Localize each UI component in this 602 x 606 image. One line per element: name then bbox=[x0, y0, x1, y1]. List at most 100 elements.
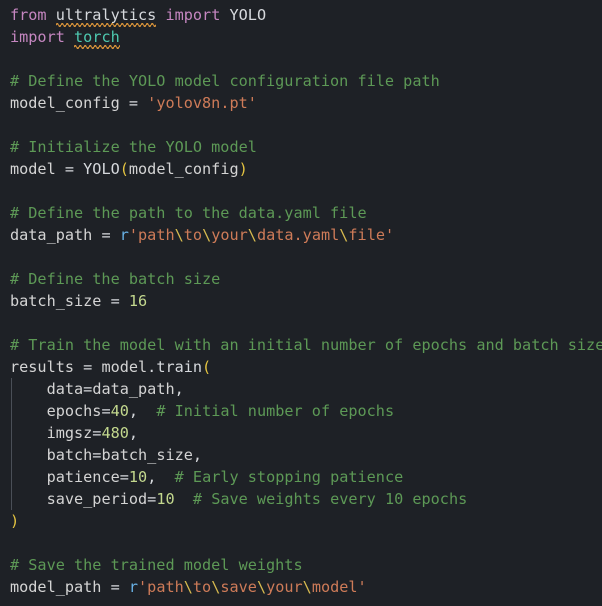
code-line[interactable] bbox=[0, 532, 602, 554]
code-line[interactable]: imgsz=480, bbox=[0, 422, 602, 444]
code-token-variable: data_path bbox=[92, 380, 175, 398]
code-token-plain: YOLO bbox=[83, 160, 120, 178]
code-token-plain: = bbox=[83, 380, 93, 398]
code-token-number: 10 bbox=[128, 468, 148, 486]
code-line[interactable]: patience=10, # Early stopping patience bbox=[0, 466, 602, 488]
code-line[interactable] bbox=[0, 246, 602, 268]
code-token-comment: # Save the trained model weights bbox=[10, 556, 303, 574]
code-token-plain: , bbox=[128, 402, 139, 420]
warning-squiggle-underline: torch bbox=[74, 26, 120, 49]
code-token-string: 'path bbox=[138, 578, 184, 596]
code-line[interactable]: save_period=10 # Save weights every 10 e… bbox=[0, 488, 602, 510]
code-line[interactable]: # Save the trained model weights bbox=[0, 554, 602, 576]
code-token-plain: train bbox=[156, 358, 203, 376]
code-line[interactable]: # Define the path to the data.yaml file bbox=[0, 202, 602, 224]
code-token-comment: # Define the path to the data.yaml file bbox=[10, 204, 367, 222]
code-token-parameter: patience bbox=[46, 468, 120, 486]
code-token-prefix: r bbox=[128, 578, 139, 596]
code-token-plain: = bbox=[92, 226, 120, 244]
code-line[interactable]: import torch bbox=[0, 26, 602, 49]
code-token-comment: # Initial number of epochs bbox=[156, 402, 395, 420]
code-line[interactable]: data=data_path, bbox=[0, 378, 602, 400]
code-token-number: 10 bbox=[156, 490, 175, 508]
code-token-plain: ultralytics bbox=[55, 6, 157, 24]
code-line[interactable] bbox=[0, 48, 602, 70]
code-line[interactable]: batch_size = 16 bbox=[0, 290, 602, 312]
code-token-variable: results bbox=[10, 358, 75, 376]
code-token-plain: = bbox=[55, 160, 84, 178]
warning-squiggle-underline: ultralytics bbox=[55, 4, 157, 27]
code-token-prefix: r bbox=[119, 226, 129, 244]
code-line[interactable] bbox=[0, 114, 602, 136]
code-line[interactable] bbox=[0, 312, 602, 334]
code-token-plain: , bbox=[128, 424, 139, 442]
code-line[interactable]: model = YOLO(model_config) bbox=[0, 158, 602, 180]
code-token-parameter: epochs bbox=[46, 402, 102, 420]
code-editor[interactable]: from ultralytics import YOLO import torch… bbox=[0, 0, 602, 606]
code-line[interactable]: # Define the batch size bbox=[0, 268, 602, 290]
code-token-string: model' bbox=[311, 578, 367, 596]
code-line[interactable] bbox=[0, 180, 602, 202]
code-token-string: to bbox=[192, 578, 212, 596]
code-line[interactable]: results = model.train( bbox=[0, 356, 602, 378]
code-token-comment: # Save weights every 10 epochs bbox=[192, 490, 468, 508]
code-token-bracket: ) bbox=[238, 160, 248, 178]
code-line[interactable]: model_config = 'yolov8n.pt' bbox=[0, 92, 602, 114]
code-token-plain: = bbox=[74, 358, 102, 376]
code-token-keyword: import bbox=[165, 6, 221, 24]
code-token-plain: = bbox=[101, 292, 129, 310]
code-line[interactable]: model_path = r'path\to\save\your\model' bbox=[0, 576, 602, 598]
code-line[interactable]: from ultralytics import YOLO bbox=[0, 4, 602, 27]
code-token-plain: = bbox=[101, 578, 129, 596]
code-token-parameter: batch bbox=[46, 446, 93, 464]
code-token-string: 'path bbox=[128, 226, 175, 244]
code-token-escape: \ bbox=[211, 578, 221, 596]
code-token-variable: data_path bbox=[10, 226, 93, 244]
code-token-comment: # Initialize the YOLO model bbox=[10, 138, 257, 156]
code-token-comment: # Early stopping patience bbox=[174, 468, 404, 486]
code-token-number: 480 bbox=[101, 424, 129, 442]
code-token-escape: \ bbox=[202, 226, 212, 244]
code-line[interactable]: # Train the model with an initial number… bbox=[0, 334, 602, 356]
code-token-plain: = bbox=[119, 94, 148, 112]
code-token-bracket: ( bbox=[119, 160, 129, 178]
code-token-comment: # Train the model with an initial number… bbox=[10, 336, 602, 354]
code-token-variable: model_config bbox=[128, 160, 239, 178]
code-token-string: file' bbox=[348, 226, 395, 244]
code-token-plain: = bbox=[101, 402, 111, 420]
code-token-variable: model bbox=[10, 160, 56, 178]
code-token-string: 'yolov8n.pt' bbox=[147, 94, 257, 112]
code-token-plain: , bbox=[174, 380, 184, 398]
code-line[interactable]: # Initialize the YOLO model bbox=[0, 136, 602, 158]
code-line[interactable]: # Define the YOLO model configuration fi… bbox=[0, 70, 602, 92]
code-token-variable: batch_size bbox=[10, 292, 102, 310]
code-token-bracket: ( bbox=[202, 358, 212, 376]
code-line[interactable]: batch=batch_size, bbox=[0, 444, 602, 466]
code-token-plain: , bbox=[147, 468, 157, 486]
code-line[interactable]: data_path = r'path\to\your\data.yaml\fil… bbox=[0, 224, 602, 246]
code-line[interactable]: ) bbox=[0, 510, 602, 532]
code-line[interactable]: epochs=40, # Initial number of epochs bbox=[0, 400, 602, 422]
code-content[interactable]: from ultralytics import YOLO import torch… bbox=[0, 4, 602, 598]
code-token-parameter: data bbox=[46, 380, 84, 398]
code-token-plain: , bbox=[192, 446, 203, 464]
code-token-escape: \ bbox=[183, 578, 193, 596]
code-token-comment: # Define the YOLO model configuration fi… bbox=[10, 72, 440, 90]
code-token-variable: batch_size bbox=[101, 446, 193, 464]
code-token-escape: \ bbox=[302, 578, 312, 596]
code-token-string: your bbox=[266, 578, 303, 596]
code-token-keyword: from bbox=[10, 6, 47, 24]
code-token-escape: \ bbox=[256, 578, 267, 596]
code-token-parameter: imgsz bbox=[46, 424, 93, 442]
code-token-plain: . bbox=[147, 358, 157, 376]
code-token-plain: = bbox=[147, 490, 157, 508]
